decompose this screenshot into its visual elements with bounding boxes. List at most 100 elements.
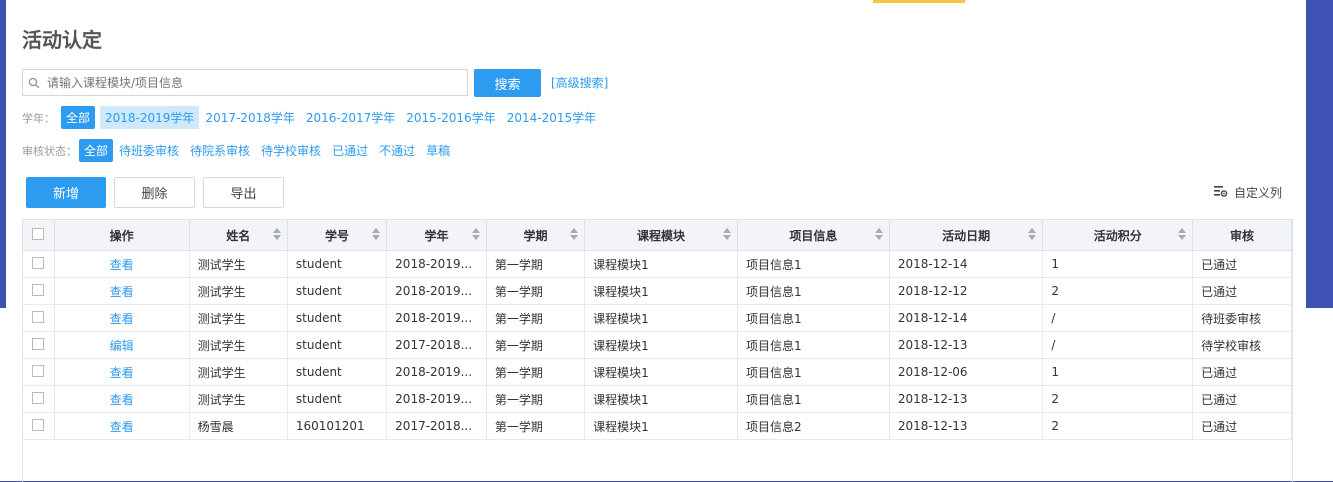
activity-points: 2 — [1042, 277, 1194, 305]
student-name: 测试学生 — [189, 331, 288, 359]
row-checkbox-cell[interactable] — [23, 331, 55, 359]
delete-button[interactable]: 删除 — [114, 177, 195, 208]
action-link[interactable]: 查看 — [54, 304, 190, 332]
search-input[interactable] — [45, 74, 459, 91]
column-header-review-status[interactable]: 审核 — [1192, 220, 1292, 251]
year-option-2017-2018[interactable]: 2017-2018学年 — [200, 106, 299, 129]
activity-date: 2018-12-14 — [889, 304, 1044, 332]
custom-columns-button[interactable]: 自定义列 — [1214, 184, 1282, 201]
row-checkbox-cell[interactable] — [23, 277, 55, 305]
course-module: 课程模块1 — [584, 358, 738, 386]
year-option-2014-2015[interactable]: 2014-2015学年 — [502, 106, 601, 129]
status-filter-label: 审核状态： — [22, 144, 77, 158]
student-id: student — [287, 358, 388, 386]
student-id: 160101201 — [287, 412, 388, 440]
table-row[interactable]: 查看 测试学生 student 2018-2019... 第一学期 课程模块1 项目信息1 2… — [23, 358, 1292, 386]
row-checkbox-cell[interactable] — [23, 385, 55, 413]
add-button[interactable]: 新增 — [26, 177, 106, 208]
review-status: 已通过 — [1192, 358, 1292, 386]
top-accent-bar — [873, 0, 965, 3]
student-name: 测试学生 — [189, 385, 288, 413]
table-row[interactable]: 查看 测试学生 student 2018-2019... 第一学期 课程模块1 项目信息1 2… — [23, 277, 1292, 305]
table-row[interactable]: 查看 测试学生 student 2018-2019... 第一学期 课程模块1 项目信息1 2… — [23, 385, 1292, 413]
status-option-all[interactable]: 全部 — [79, 139, 114, 162]
sort-icon[interactable] — [570, 228, 579, 240]
review-status: 已通过 — [1192, 277, 1292, 305]
main-panel: 活动认定 搜索 [高级搜索] 学年： 全部 2018-2019学年 2017-2… — [6, 0, 1306, 482]
row-checkbox[interactable] — [32, 391, 45, 404]
activity-date: 2018-12-12 — [889, 277, 1044, 305]
status-option-dept-review[interactable]: 待院系审核 — [185, 139, 255, 162]
advanced-search-link[interactable]: [高级搜索] — [551, 74, 608, 91]
column-header-semester[interactable]: 学期 — [486, 220, 586, 251]
action-link[interactable]: 编辑 — [54, 331, 190, 359]
student-name: 测试学生 — [189, 358, 288, 386]
action-link[interactable]: 查看 — [54, 358, 190, 386]
row-checkbox[interactable] — [32, 418, 45, 431]
status-option-draft[interactable]: 草稿 — [421, 139, 455, 162]
activity-points: 2 — [1042, 412, 1194, 440]
export-button[interactable]: 导出 — [203, 177, 284, 208]
select-all-checkbox-cell[interactable] — [23, 220, 55, 251]
sort-icon[interactable] — [722, 228, 731, 240]
status-option-passed[interactable]: 已通过 — [327, 139, 373, 162]
action-link[interactable]: 查看 — [54, 385, 190, 413]
row-checkbox-cell[interactable] — [23, 304, 55, 332]
select-all-checkbox[interactable] — [32, 227, 45, 240]
student-id: student — [287, 331, 388, 359]
column-header-activity-points[interactable]: 活动积分 — [1042, 220, 1194, 251]
student-id: student — [287, 304, 388, 332]
column-header-course-module[interactable]: 课程模块 — [584, 220, 738, 251]
column-header-name[interactable]: 姓名 — [189, 220, 288, 251]
column-header-project-info[interactable]: 项目信息 — [737, 220, 890, 251]
table-body: 查看 测试学生 student 2018-2019... 第一学期 课程模块1 项目信息1 2… — [23, 250, 1292, 440]
year-option-2018-2019[interactable]: 2018-2019学年 — [100, 106, 200, 129]
action-link[interactable]: 查看 — [54, 412, 190, 440]
student-id: student — [287, 385, 388, 413]
academic-year: 2018-2019... — [386, 277, 487, 305]
row-checkbox[interactable] — [32, 337, 45, 350]
table-row[interactable]: 查看 测试学生 student 2018-2019... 第一学期 课程模块1 项目信息1 2… — [23, 250, 1292, 278]
student-name: 测试学生 — [189, 250, 288, 278]
sort-icon[interactable] — [1178, 228, 1187, 240]
project-info: 项目信息2 — [737, 412, 890, 440]
status-option-school-review[interactable]: 待学校审核 — [256, 139, 326, 162]
activity-date: 2018-12-13 — [889, 385, 1044, 413]
year-option-2016-2017[interactable]: 2016-2017学年 — [301, 106, 400, 129]
academic-year: 2017-2018... — [386, 331, 487, 359]
table-row[interactable]: 查看 测试学生 student 2018-2019... 第一学期 课程模块1 项目信息1 2… — [23, 304, 1292, 332]
row-checkbox[interactable] — [32, 364, 45, 377]
activity-points: 1 — [1042, 358, 1194, 386]
column-header-action: 操作 — [54, 220, 190, 251]
activity-date: 2018-12-14 — [889, 250, 1044, 278]
sort-icon[interactable] — [874, 228, 883, 240]
year-option-all[interactable]: 全部 — [61, 106, 96, 129]
status-option-rejected[interactable]: 不通过 — [374, 139, 420, 162]
sort-icon[interactable] — [471, 228, 480, 240]
row-checkbox-cell[interactable] — [23, 412, 55, 440]
sort-icon[interactable] — [272, 228, 281, 240]
column-header-activity-date[interactable]: 活动日期 — [889, 220, 1044, 251]
row-checkbox[interactable] — [32, 310, 45, 323]
table-row[interactable]: 编辑 测试学生 student 2017-2018... 第一学期 课程模块1 项目信息1 2… — [23, 331, 1292, 359]
year-filter: 学年： 全部 2018-2019学年 2017-2018学年 2016-2017… — [22, 106, 602, 129]
toolbar: 新增 删除 导出 — [26, 177, 292, 208]
row-checkbox-cell[interactable] — [23, 358, 55, 386]
row-checkbox-cell[interactable] — [23, 250, 55, 278]
table-row[interactable]: 查看 杨雪晨 160101201 2017-2018... 第一学期 课程模块1 项目信息2… — [23, 412, 1292, 440]
course-module: 课程模块1 — [584, 304, 738, 332]
year-option-2015-2016[interactable]: 2015-2016学年 — [401, 106, 500, 129]
action-link[interactable]: 查看 — [54, 277, 190, 305]
search-button[interactable]: 搜索 — [474, 69, 541, 97]
search-input-wrapper[interactable] — [22, 69, 468, 96]
row-checkbox[interactable] — [32, 283, 45, 296]
sort-icon[interactable] — [372, 228, 381, 240]
column-header-student-id[interactable]: 学号 — [287, 220, 388, 251]
project-info: 项目信息1 — [737, 277, 890, 305]
sort-icon[interactable] — [1028, 228, 1037, 240]
action-link[interactable]: 查看 — [54, 250, 190, 278]
row-checkbox[interactable] — [32, 256, 45, 269]
column-header-year[interactable]: 学年 — [386, 220, 487, 251]
status-option-class-review[interactable]: 待班委审核 — [114, 139, 184, 162]
table-header-row: 操作 姓名 学号 学年 学期 课程模块 项目信息 活动日期 活动积分 审核 — [23, 220, 1292, 251]
